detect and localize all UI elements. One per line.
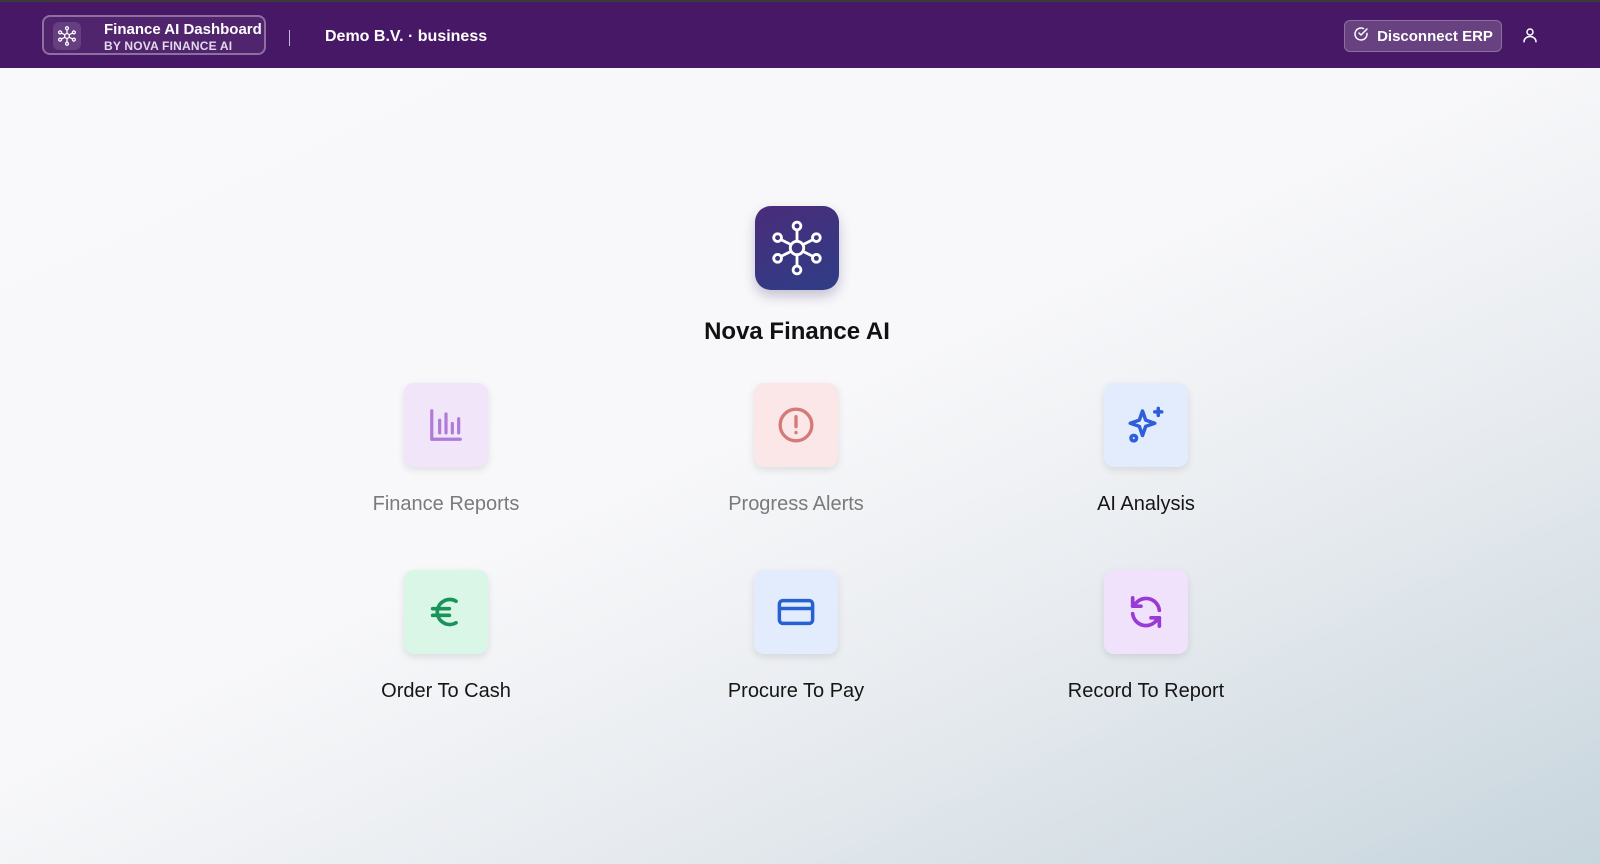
tile-label: Record To Report [1067, 680, 1225, 702]
tile-finance-reports[interactable]: Finance Reports [326, 383, 566, 533]
user-icon[interactable] [1521, 26, 1539, 44]
brand-subtitle: BY NOVA FINANCE AI [104, 39, 233, 53]
brand-title: Finance AI Dashboard [104, 21, 262, 38]
tile-progress-alerts[interactable]: Progress Alerts [676, 383, 916, 533]
disconnect-erp-label: Disconnect ERP [1377, 27, 1493, 45]
credit-card-icon [754, 570, 838, 654]
tile-ai-analysis[interactable]: AI Analysis [1026, 383, 1266, 533]
check-circle-icon [1353, 26, 1369, 46]
alert-circle-icon [754, 383, 838, 467]
refresh-icon [1104, 570, 1188, 654]
tile-record-to-report[interactable]: Record To Report [1026, 570, 1266, 720]
tile-procure-to-pay[interactable]: Procure To Pay [676, 570, 916, 720]
brand-badge[interactable]: Finance AI Dashboard BY NOVA FINANCE AI [42, 15, 266, 55]
organization-label: Demo B.V. · business [325, 28, 488, 45]
network-icon [53, 22, 81, 50]
euro-icon [404, 570, 488, 654]
tile-label: Procure To Pay [727, 680, 865, 702]
sparkles-icon [1104, 383, 1188, 467]
tile-label: Finance Reports [372, 493, 520, 515]
tile-label: AI Analysis [1097, 493, 1195, 515]
tile-label: Order To Cash [381, 680, 511, 702]
tile-label: Progress Alerts [728, 493, 864, 515]
top-bar: Finance AI Dashboard BY NOVA FINANCE AI … [0, 0, 1600, 68]
bar-chart-icon [404, 383, 488, 467]
hero-title: Nova Finance AI [704, 318, 890, 345]
disconnect-erp-button[interactable]: Disconnect ERP [1344, 20, 1502, 52]
header-divider [289, 30, 290, 46]
tile-order-to-cash[interactable]: Order To Cash [326, 570, 566, 720]
network-icon [755, 206, 839, 290]
